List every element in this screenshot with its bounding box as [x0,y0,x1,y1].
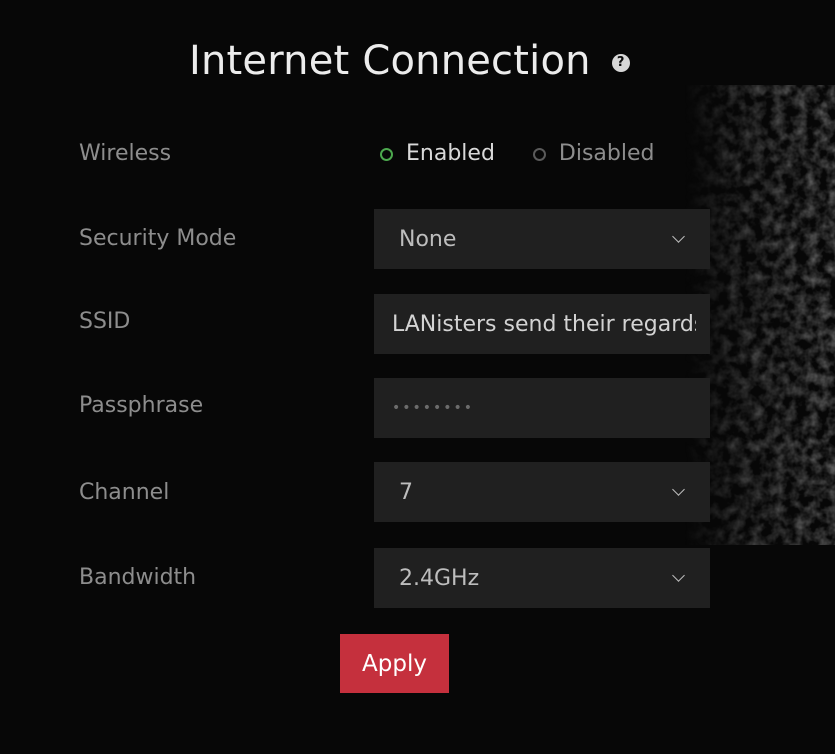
wireless-label: Wireless [79,141,172,166]
wireless-disabled-label: Disabled [558,141,655,166]
bandwidth-label: Bandwidth [79,565,197,590]
radio-unselected-icon [532,147,546,161]
ssid-label: SSID [79,309,131,334]
ssid-field-wrap [374,294,710,354]
channel-label: Channel [79,480,170,505]
chevron-down-icon [672,483,685,496]
ssid-input[interactable] [374,294,710,354]
wireless-radio-group: Enabled Disabled [380,139,654,169]
help-icon[interactable]: ? [611,53,630,72]
channel-value: 7 [399,479,413,505]
passphrase-input[interactable] [374,378,710,438]
page-title: Internet Connection [189,38,591,84]
apply-button[interactable]: Apply [340,634,449,693]
header: Internet Connection ? [189,36,630,86]
security-mode-select[interactable]: None [374,209,710,269]
chevron-down-icon [672,230,685,243]
bandwidth-value: 2.4GHz [399,565,480,591]
security-mode-value: None [399,226,457,252]
channel-select[interactable]: 7 [374,462,710,522]
chevron-down-icon [672,569,685,582]
bandwidth-select[interactable]: 2.4GHz [374,548,710,608]
wireless-disabled-radio[interactable]: Disabled [532,139,655,169]
wireless-enabled-radio[interactable]: Enabled [380,139,495,169]
passphrase-field-wrap [374,378,710,438]
radio-selected-icon [380,147,393,161]
passphrase-label: Passphrase [79,393,204,418]
security-mode-label: Security Mode [79,226,237,251]
wireless-enabled-label: Enabled [406,141,495,166]
